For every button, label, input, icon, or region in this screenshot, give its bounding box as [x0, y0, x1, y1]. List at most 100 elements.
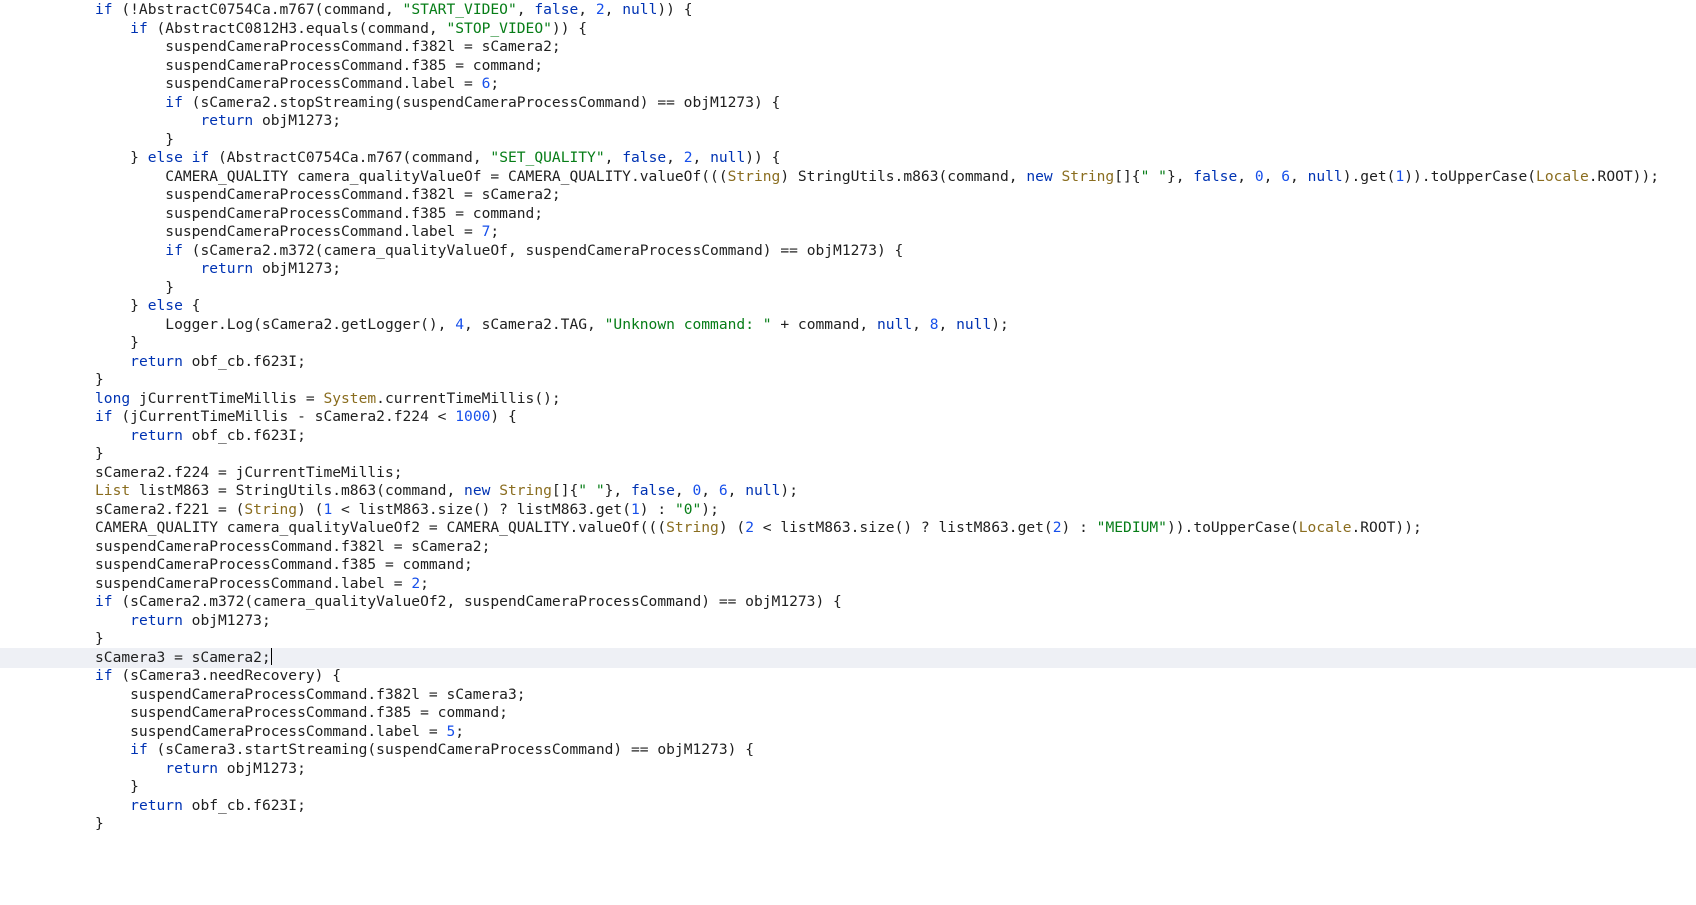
code-text: ) (	[297, 500, 324, 518]
code-text: []{	[551, 482, 579, 499]
code-line[interactable]: suspendCameraProcessCommand.label = 2;	[0, 574, 1696, 594]
code-line[interactable]: } else if (AbstractC0754Ca.m767(command,…	[0, 148, 1696, 168]
code-text: + command,	[771, 315, 877, 333]
type-token: System	[323, 389, 377, 407]
code-line[interactable]: }	[0, 333, 1696, 353]
keyword-token: null	[745, 482, 781, 499]
number-token: 2	[411, 574, 421, 592]
code-line[interactable]: suspendCameraProcessCommand.f385 = comma…	[0, 56, 1696, 76]
code-text: )).toUpperCase(	[1166, 519, 1299, 536]
code-line[interactable]: return objM1273;	[0, 111, 1696, 131]
code-line[interactable]: }	[0, 444, 1696, 464]
code-line[interactable]: if (sCamera3.startStreaming(suspendCamer…	[0, 740, 1696, 760]
code-line[interactable]: suspendCameraProcessCommand.label = 5;	[0, 722, 1696, 742]
code-text: , sCamera2.TAG,	[464, 315, 605, 333]
code-line[interactable]: List listM863 = StringUtils.m863(command…	[0, 481, 1696, 501]
code-line[interactable]: long jCurrentTimeMillis = System.current…	[0, 389, 1696, 409]
code-line[interactable]: suspendCameraProcessCommand.f382l = sCam…	[0, 537, 1696, 557]
code-line[interactable]: Logger.Log(sCamera2.getLogger(), 4, sCam…	[0, 315, 1696, 335]
code-line[interactable]: if (sCamera3.needRecovery) {	[0, 666, 1696, 686]
keyword-token: false	[1193, 167, 1238, 185]
code-line[interactable]: sCamera2.f221 = (String) (1 < listM863.s…	[0, 500, 1696, 520]
code-text: (jCurrentTimeMillis - sCamera2.f224 <	[112, 408, 456, 425]
code-line[interactable]: if (sCamera2.stopStreaming(suspendCamera…	[0, 93, 1696, 113]
keyword-token: else if	[147, 149, 210, 166]
code-line[interactable]: if (!AbstractC0754Ca.m767(command, "STAR…	[0, 0, 1696, 20]
number-token: 0	[692, 482, 702, 499]
code-line[interactable]: return objM1273;	[0, 611, 1696, 631]
code-line[interactable]: suspendCameraProcessCommand.f382l = sCam…	[0, 185, 1696, 205]
keyword-token: return	[200, 112, 254, 129]
code-text: )) {	[657, 1, 693, 18]
keyword-token: if	[95, 408, 113, 425]
keyword-token: return	[130, 796, 183, 814]
code-text: sCamera3 = sCamera2;	[95, 648, 271, 666]
code-line[interactable]: }	[0, 278, 1696, 298]
code-line[interactable]: }	[0, 130, 1696, 150]
code-line[interactable]: if (sCamera2.m372(camera_qualityValueOf2…	[0, 592, 1696, 612]
code-text: ,	[701, 482, 719, 499]
code-text: },	[1166, 167, 1194, 185]
code-line[interactable]: return obf_cb.f623I;	[0, 426, 1696, 446]
code-line[interactable]: CAMERA_QUALITY camera_qualityValueOf2 = …	[0, 518, 1696, 538]
keyword-token: new	[1026, 167, 1053, 185]
code-line[interactable]: suspendCameraProcessCommand.f385 = comma…	[0, 204, 1696, 224]
keyword-token: if	[130, 741, 148, 758]
code-text: suspendCameraProcessCommand.f385 = comma…	[95, 704, 508, 721]
number-token: 2	[683, 149, 693, 166]
code-text: ,	[674, 482, 693, 499]
code-line[interactable]: } else {	[0, 296, 1696, 316]
code-line[interactable]: suspendCameraProcessCommand.f385 = comma…	[0, 703, 1696, 723]
code-text: ,	[604, 149, 623, 166]
code-text: )) {	[745, 149, 781, 166]
code-line[interactable]: suspendCameraProcessCommand.label = 6;	[0, 74, 1696, 94]
code-line[interactable]: return obf_cb.f623I;	[0, 352, 1696, 372]
code-line[interactable]: if (AbstractC0812H3.equals(command, "STO…	[0, 19, 1696, 39]
code-text: (sCamera2.m372(camera_qualityValueOf, su…	[182, 241, 904, 259]
code-line[interactable]: }	[0, 777, 1696, 797]
type-token: Locale	[1536, 167, 1589, 185]
code-text: }	[95, 149, 148, 166]
code-line[interactable]: return obf_cb.f623I;	[0, 796, 1696, 816]
string-token: " "	[578, 482, 605, 499]
code-line[interactable]: suspendCameraProcessCommand.label = 7;	[0, 222, 1696, 242]
code-text: ,	[727, 482, 746, 499]
code-text: .ROOT));	[1351, 519, 1422, 536]
code-text: obf_cb.f623I;	[182, 352, 306, 370]
keyword-token: long	[95, 389, 131, 407]
code-editor[interactable]: if (!AbstractC0754Ca.m767(command, "STAR…	[0, 0, 1696, 905]
code-line[interactable]: }	[0, 370, 1696, 390]
keyword-token: if	[165, 93, 183, 111]
code-line[interactable]: }	[0, 629, 1696, 649]
code-line[interactable]: suspendCameraProcessCommand.f382l = sCam…	[0, 37, 1696, 57]
code-text: }	[95, 334, 139, 351]
number-token: 0	[1254, 167, 1264, 185]
code-line[interactable]: return objM1273;	[0, 259, 1696, 279]
code-text: ,	[516, 1, 535, 18]
code-text: ,	[666, 149, 684, 166]
code-line[interactable]: suspendCameraProcessCommand.f385 = comma…	[0, 555, 1696, 575]
code-line[interactable]: }	[0, 814, 1696, 834]
code-text: objM1273;	[253, 112, 342, 129]
keyword-token: return	[200, 260, 254, 277]
current-code-line[interactable]: sCamera3 = sCamera2;	[0, 647, 1696, 668]
code-text: suspendCameraProcessCommand.f385 = comma…	[95, 204, 544, 222]
code-line[interactable]: suspendCameraProcessCommand.f382l = sCam…	[0, 685, 1696, 705]
code-line[interactable]: sCamera2.f224 = jCurrentTimeMillis;	[0, 463, 1696, 483]
type-token: String	[244, 500, 298, 518]
code-line[interactable]: if (sCamera2.m372(camera_qualityValueOf,…	[0, 241, 1696, 261]
code-line[interactable]: return objM1273;	[0, 759, 1696, 779]
code-text: sCamera2.f221 = (	[95, 500, 245, 518]
code-line[interactable]: if (jCurrentTimeMillis - sCamera2.f224 <…	[0, 407, 1696, 427]
code-line[interactable]: CAMERA_QUALITY camera_qualityValueOf = C…	[0, 167, 1696, 187]
number-token: 1000	[455, 408, 491, 425]
keyword-token: return	[130, 611, 183, 629]
